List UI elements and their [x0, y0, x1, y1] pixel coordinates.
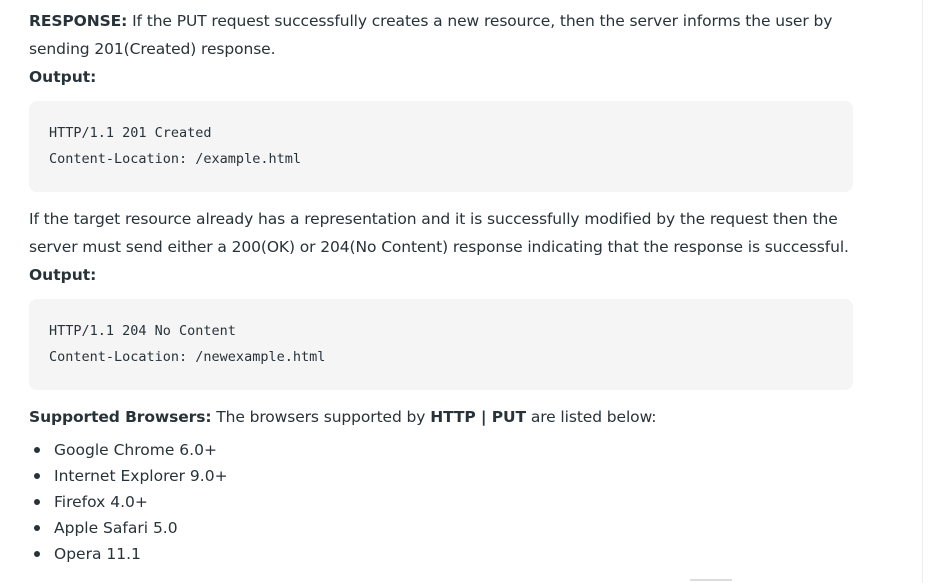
list-item: Firefox 4.0+: [29, 489, 853, 515]
supported-text-before: The browsers supported by: [211, 408, 431, 426]
supported-browsers-label: Supported Browsers:: [29, 408, 212, 426]
code-line: HTTP/1.1 204 No Content: [49, 323, 236, 339]
code-line: HTTP/1.1 201 Created: [49, 125, 212, 141]
output-label-2: Output:: [29, 266, 97, 284]
browser-name: Internet Explorer 9.0+: [54, 467, 228, 485]
code-line: Content-Location: /example.html: [49, 151, 301, 167]
browser-name: Google Chrome 6.0+: [54, 441, 217, 459]
method-name: HTTP | PUT: [430, 408, 527, 426]
code-line: Content-Location: /newexample.html: [49, 349, 326, 365]
list-item: Google Chrome 6.0+: [29, 437, 853, 463]
supported-browsers-paragraph: Supported Browsers: The browsers support…: [29, 403, 853, 431]
bottom-edge-element: [690, 579, 732, 581]
bullet-icon: [34, 551, 40, 557]
browser-name: Apple Safari 5.0: [54, 519, 178, 537]
bullet-icon: [34, 473, 40, 479]
code-block-1: HTTP/1.1 201 Created Content-Location: /…: [29, 101, 853, 192]
bullet-icon: [34, 525, 40, 531]
browser-list: Google Chrome 6.0+ Internet Explorer 9.0…: [29, 437, 853, 567]
browser-name: Firefox 4.0+: [54, 493, 148, 511]
modified-paragraph: If the target resource already has a rep…: [29, 210, 849, 256]
code-block-2: HTTP/1.1 204 No Content Content-Location…: [29, 299, 853, 390]
response-text: If the PUT request successfully creates …: [29, 12, 833, 58]
article-content: RESPONSE: If the PUT request successfull…: [29, 7, 853, 567]
output-label-1: Output:: [29, 68, 97, 86]
response-label: RESPONSE:: [29, 12, 128, 30]
response-paragraph: RESPONSE: If the PUT request successfull…: [29, 7, 853, 63]
right-divider: [922, 0, 923, 583]
list-item: Opera 11.1: [29, 541, 853, 567]
browser-name: Opera 11.1: [54, 545, 141, 563]
list-item: Apple Safari 5.0: [29, 515, 853, 541]
bullet-icon: [34, 447, 40, 453]
supported-text-after: are listed below:: [526, 408, 657, 426]
list-item: Internet Explorer 9.0+: [29, 463, 853, 489]
bullet-icon: [34, 499, 40, 505]
